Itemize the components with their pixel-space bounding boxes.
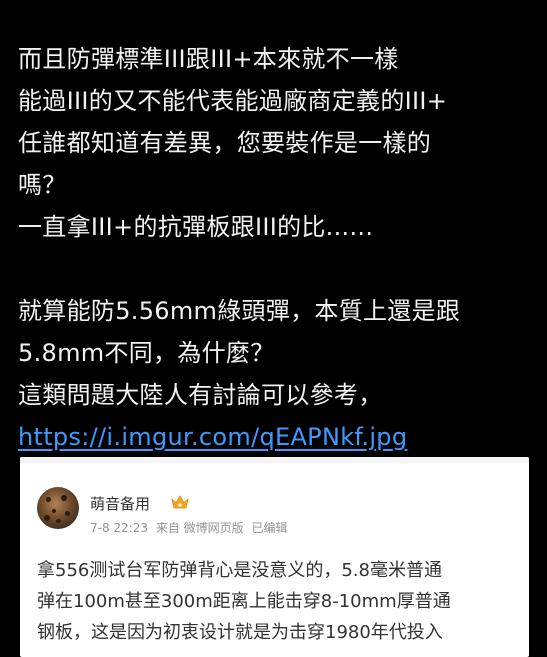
embedded-weibo-card[interactable]: 萌音备用 7-8 22:23 来自 微博网页版 已编辑 拿556测试台军防弹背心… bbox=[20, 457, 529, 657]
post-text-line: 一直拿III+的抗彈板跟III的比...... bbox=[18, 213, 374, 241]
vip-crown-icon bbox=[171, 495, 189, 509]
post-text-line: 能過III的又不能代表能過廠商定義的III+ bbox=[18, 87, 448, 115]
post-text-line: 嗎？ bbox=[18, 171, 67, 199]
post-text-line: 任誰都知道有差異，您要裝作是一樣的 bbox=[18, 129, 432, 157]
username[interactable]: 萌音备用 bbox=[90, 493, 150, 514]
embedded-text-line: 弹在100m甚至300m距离上能击穿8-10mm厚普通 bbox=[37, 591, 451, 612]
post-meta: 7-8 22:23 来自 微博网页版 已编辑 bbox=[90, 519, 292, 536]
avatar[interactable] bbox=[37, 487, 79, 529]
embedded-text-line: 钢板，这是因为初衷设计就是为击穿1980年代投入 bbox=[37, 622, 443, 643]
image-link[interactable]: https://i.imgur.com/qEAPNkf.jpg bbox=[18, 416, 533, 458]
post-text-line: 就算能防5.56mm綠頭彈，本質上還是跟 bbox=[18, 297, 461, 325]
post-text-line: 而且防彈標準III跟III+本來就不一樣 bbox=[18, 45, 399, 73]
card-top-divider bbox=[20, 457, 529, 463]
post-body: 而且防彈標準III跟III+本來就不一樣 能過III的又不能代表能過廠商定義的I… bbox=[18, 38, 533, 458]
edited-label: 已编辑 bbox=[251, 521, 288, 535]
post-text-line: 5.8mm不同，為什麼？ bbox=[18, 339, 275, 367]
embedded-post-text: 拿556测试台军防弹背心是没意义的，5.8毫米普通 弹在100m甚至300m距离… bbox=[37, 555, 529, 648]
source-label: 来自 微博网页版 bbox=[155, 521, 244, 535]
embedded-text-line: 拿556测试台军防弹背心是没意义的，5.8毫米普通 bbox=[37, 560, 442, 581]
timestamp: 7-8 22:23 bbox=[90, 521, 148, 535]
status-bar bbox=[0, 0, 547, 18]
post-text-line: 這類問題大陸人有討論可以參考， bbox=[18, 381, 383, 409]
